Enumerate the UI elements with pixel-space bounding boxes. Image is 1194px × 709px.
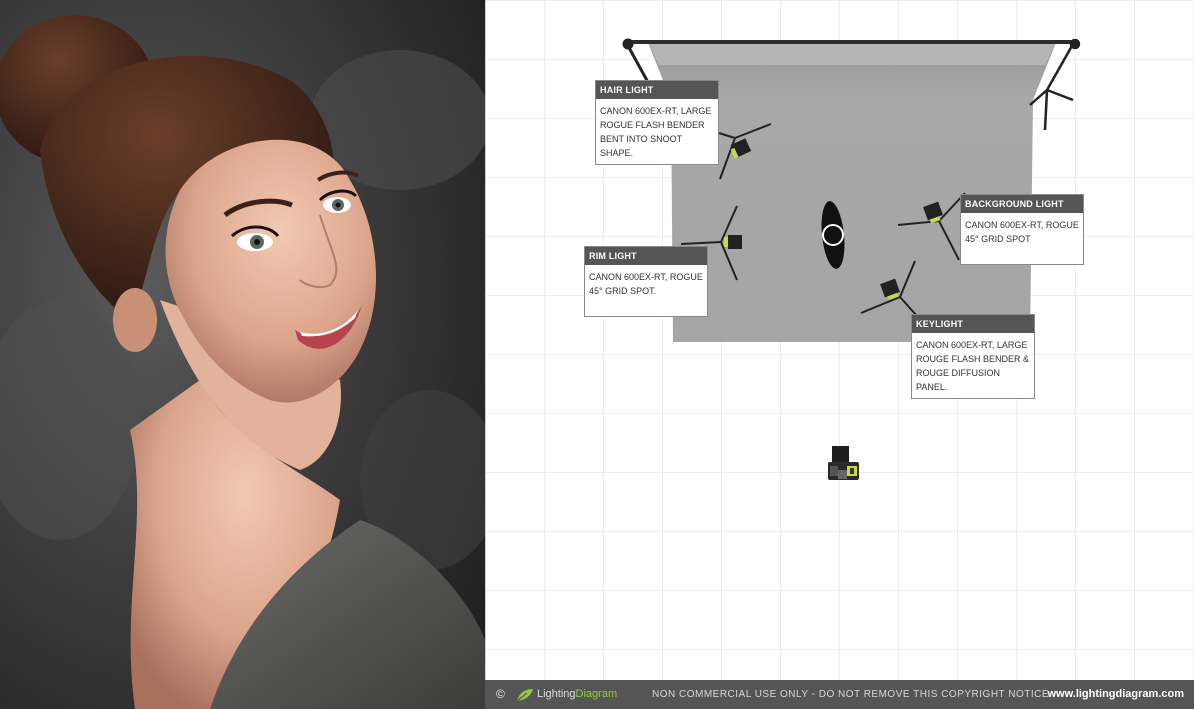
copyright-notice: NON COMMERCIAL USE ONLY - DO NOT REMOVE … xyxy=(652,689,1050,700)
website-link[interactable]: www.lightingdiagram.com xyxy=(1048,680,1185,709)
lightingdiagram-logo: LightingDiagram xyxy=(515,680,617,709)
rim-light-label: RIM LIGHT CANON 600EX-RT, ROGUE 45° GRID… xyxy=(584,246,708,317)
portrait-photo xyxy=(0,0,485,709)
logo-leaf-icon xyxy=(516,688,533,701)
keylight-label: KEYLIGHT CANON 600EX-RT, LARGE ROUGE FLA… xyxy=(911,314,1035,399)
rim-light-label-desc: CANON 600EX-RT, ROGUE 45° GRID SPOT. xyxy=(589,272,703,296)
hair-light-label-desc: CANON 600EX-RT, LARGE ROGUE FLASH BENDER… xyxy=(600,106,712,158)
lighting-diagram xyxy=(485,0,1194,709)
background-light-label: BACKGROUND LIGHT CANON 600EX-RT, ROGUE 4… xyxy=(960,194,1084,265)
background-light-label-desc: CANON 600EX-RT, ROGUE 45° GRID SPOT xyxy=(965,220,1079,244)
copyright-footer: © LightingDiagram NON COMMERCIAL USE ONL… xyxy=(485,680,1194,709)
copyright-symbol: © xyxy=(496,687,505,701)
hair-light-label: HAIR LIGHT CANON 600EX-RT, LARGE ROGUE F… xyxy=(595,80,719,165)
logo-lighting-text: Lighting xyxy=(537,688,576,700)
background-light-label-title: BACKGROUND LIGHT xyxy=(961,195,1083,213)
keylight-label-desc: CANON 600EX-RT, LARGE ROUGE FLASH BENDER… xyxy=(916,340,1030,392)
hair-light-label-title: HAIR LIGHT xyxy=(596,81,718,99)
rim-light-label-title: RIM LIGHT xyxy=(585,247,707,265)
keylight-label-title: KEYLIGHT xyxy=(912,315,1034,333)
logo-diagram-text: Diagram xyxy=(575,688,618,700)
